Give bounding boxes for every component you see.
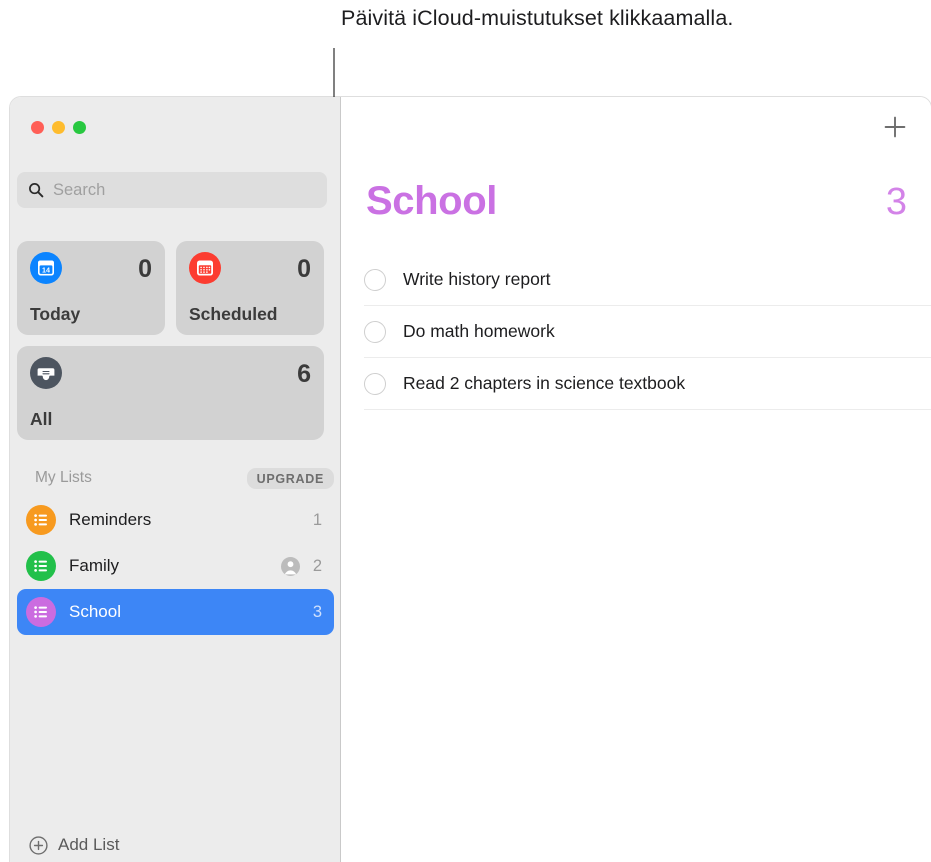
reminder-row[interactable]: Do math homework — [364, 306, 931, 358]
list-item-family[interactable]: Family 2 — [17, 543, 334, 589]
list-count: 1 — [312, 510, 322, 529]
list-name: School — [69, 602, 121, 621]
add-list-label: Add List — [58, 835, 120, 854]
reminder-total-count: 3 — [885, 181, 907, 223]
list-count: 2 — [312, 556, 322, 575]
list-bullet-icon — [26, 597, 56, 627]
list-count: 3 — [312, 602, 322, 621]
plus-circle-icon — [29, 835, 48, 855]
reminder-checkbox[interactable] — [364, 268, 386, 291]
search-field[interactable]: Search — [17, 172, 327, 208]
inbox-tray-icon — [30, 357, 62, 389]
add-list-button[interactable]: Add List — [10, 818, 341, 862]
maximize-button[interactable] — [73, 121, 86, 134]
lists-group: Reminders 1 Family 2 School 3 — [17, 497, 334, 635]
search-icon — [29, 183, 44, 198]
reminder-title: Read 2 chapters in science textbook — [403, 373, 686, 393]
reminder-checkbox[interactable] — [364, 320, 386, 343]
add-reminder-button[interactable] — [882, 114, 908, 140]
my-lists-header: My Lists UPGRADE — [10, 463, 341, 493]
list-bullet-icon — [26, 551, 56, 581]
all-count: 6 — [297, 360, 311, 388]
smart-list-scheduled[interactable]: 0 Scheduled — [176, 241, 324, 335]
list-name: Reminders — [69, 510, 152, 529]
list-item-reminders[interactable]: Reminders 1 — [17, 497, 334, 543]
reminder-title: Do math homework — [403, 321, 555, 341]
list-item-school[interactable]: School 3 — [17, 589, 334, 635]
scheduled-label: Scheduled — [189, 304, 278, 324]
calendar-day-icon: 14 — [30, 252, 62, 284]
reminder-detail-pane: School 3 Write history report Do math ho… — [342, 97, 931, 862]
page-title: School — [366, 179, 497, 223]
search-placeholder: Search — [53, 180, 106, 199]
screenshot-root: Päivitä iCloud-muistutukset klikkaamalla… — [0, 0, 931, 862]
callout-text: Päivitä iCloud-muistutukset klikkaamalla… — [341, 6, 734, 30]
smart-list-today[interactable]: 14 0 Today — [17, 241, 165, 335]
smart-list-all[interactable]: 6 All — [17, 346, 324, 440]
svg-text:14: 14 — [42, 266, 50, 275]
reminder-checkbox[interactable] — [364, 372, 386, 395]
window-controls — [31, 121, 86, 134]
today-count: 0 — [138, 255, 152, 283]
my-lists-title: My Lists — [35, 469, 92, 486]
calendar-grid-icon — [189, 252, 221, 284]
minimize-button[interactable] — [52, 121, 65, 134]
reminder-list: Write history report Do math homework Re… — [342, 254, 931, 410]
shared-person-icon — [280, 556, 300, 576]
today-label: Today — [30, 304, 81, 324]
scheduled-count: 0 — [297, 255, 311, 283]
sidebar: Search 14 0 Today 0 Scheduled 6 All My L… — [10, 97, 341, 862]
reminders-app-window: Search 14 0 Today 0 Scheduled 6 All My L… — [10, 97, 931, 862]
smart-lists-group: 14 0 Today 0 Scheduled 6 All — [17, 241, 332, 440]
reminder-row[interactable]: Write history report — [364, 254, 931, 306]
close-button[interactable] — [31, 121, 44, 134]
list-bullet-icon — [26, 505, 56, 535]
list-name: Family — [69, 556, 120, 575]
all-label: All — [30, 409, 53, 429]
reminder-row[interactable]: Read 2 chapters in science textbook — [364, 358, 931, 410]
upgrade-badge[interactable]: UPGRADE — [246, 467, 334, 489]
reminder-title: Write history report — [403, 269, 551, 289]
